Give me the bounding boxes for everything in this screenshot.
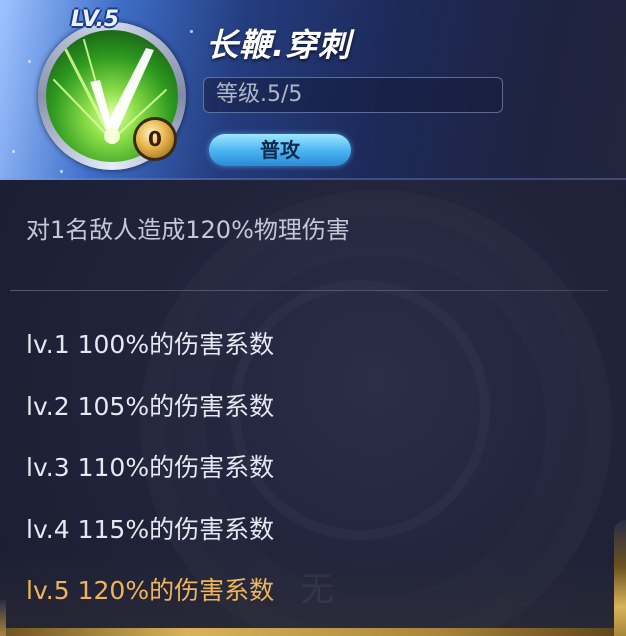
level-effects-list: lv.1 100%的伤害系数 lv.2 105%的伤害系数 lv.3 110%的…	[26, 326, 274, 634]
level-effect-row: lv.1 100%的伤害系数	[26, 330, 275, 359]
divider	[10, 290, 608, 291]
skill-description: 对1名敌人造成120%物理伤害	[26, 216, 350, 244]
skill-level-display: 等级.5/5	[203, 77, 503, 113]
skill-title: 长鞭.穿刺	[206, 26, 352, 64]
frame-gold-edge-bottom	[0, 628, 626, 636]
level-effect-row-current: lv.5 120%的伤害系数	[26, 576, 275, 605]
level-effect-row: lv.4 115%的伤害系数	[26, 514, 275, 544]
skill-header: LV.5 0 长鞭.穿刺 等级.5/5 普攻	[0, 0, 626, 180]
watermark-glyph: 无	[300, 570, 334, 610]
skill-cost-coin: 0	[136, 120, 174, 158]
skill-level-badge: LV.5	[40, 4, 150, 36]
level-effect-row: lv.2 105%的伤害系数	[26, 391, 275, 421]
skill-detail-panel: LV.5 0 长鞭.穿刺 等级.5/5 普攻 对1名敌人造成120%物理伤害 无…	[0, 0, 626, 636]
level-effect-row: lv.3 110%的伤害系数	[26, 453, 275, 482]
skill-type-badge[interactable]: 普攻	[209, 134, 351, 166]
frame-gold-edge-right	[614, 520, 626, 636]
frame-gold-edge-left	[0, 600, 6, 636]
